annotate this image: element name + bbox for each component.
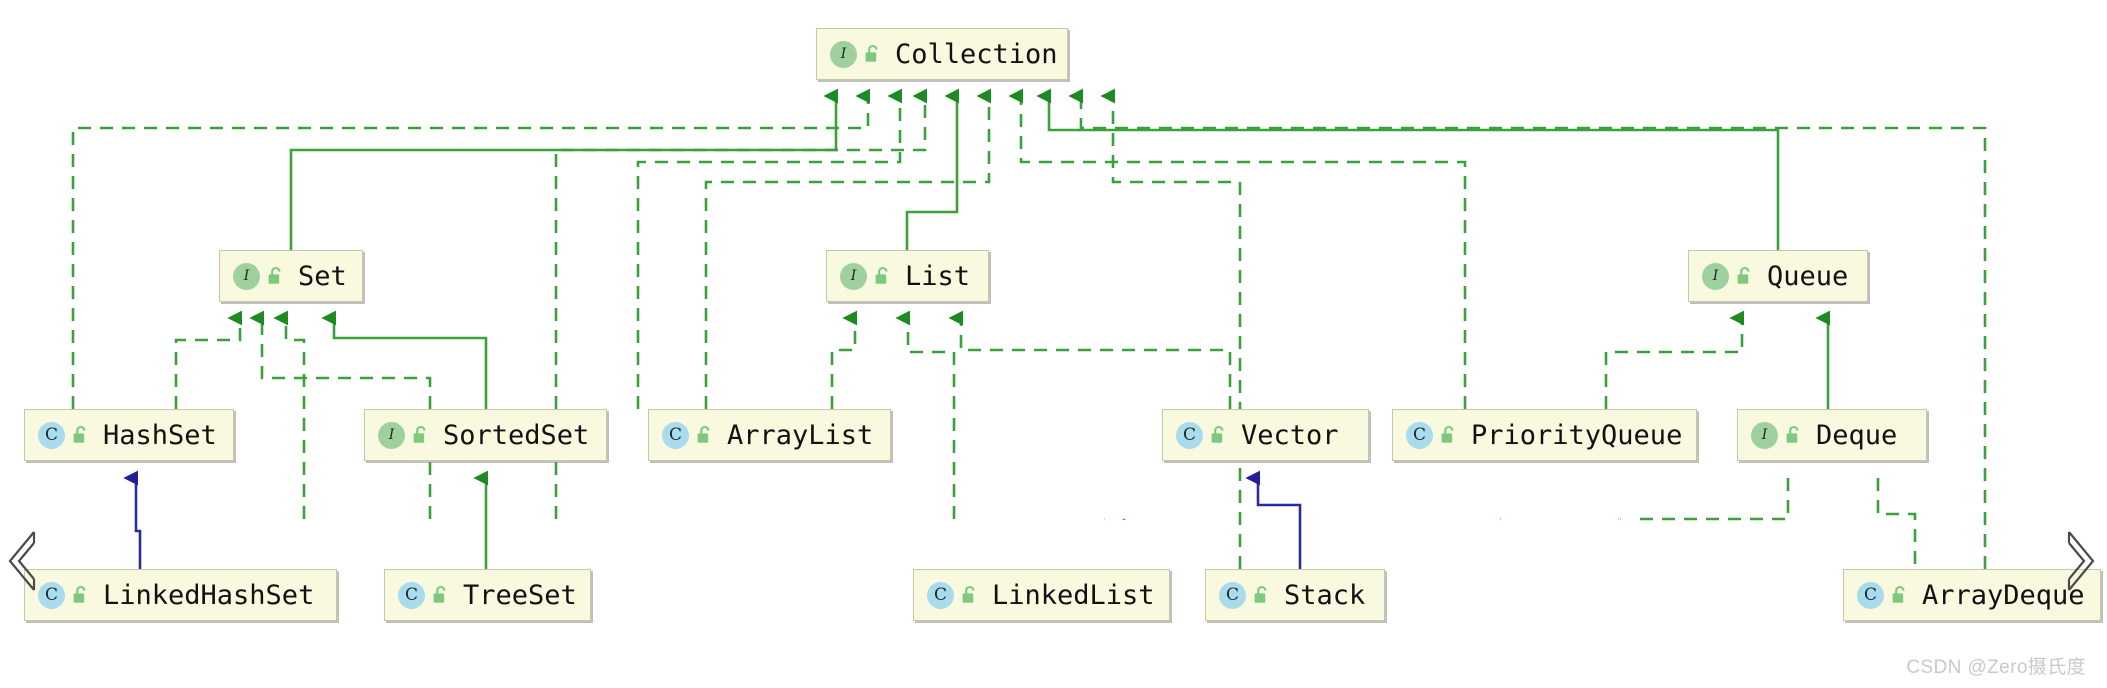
unlocked-padlock-icon: [865, 44, 878, 62]
class-badge-icon: C: [1406, 421, 1433, 449]
unlocked-padlock-icon: [1441, 425, 1454, 443]
node-label: Deque: [1816, 419, 1898, 451]
interface-badge-icon: I: [1702, 262, 1729, 290]
node-label: ArrayDeque: [1922, 579, 2085, 611]
uml-class-diagram: I Collection I Set I List I Queue C Hash…: [0, 0, 2107, 688]
class-badge-icon: C: [662, 421, 689, 449]
interface-badge-icon: I: [378, 421, 405, 449]
chevron-right-icon[interactable]: [2065, 528, 2099, 594]
class-badge-icon: C: [927, 581, 954, 609]
extends-edges: [123, 470, 1302, 569]
unlocked-padlock-icon: [73, 425, 86, 443]
unlocked-padlock-icon: [1786, 425, 1799, 443]
implements-edges: [71, 88, 1987, 569]
node-deque[interactable]: I Deque: [1737, 409, 1927, 461]
node-label: TreeSet: [463, 579, 577, 611]
node-label: Vector: [1241, 419, 1339, 451]
unlocked-padlock-icon: [413, 425, 426, 443]
class-badge-icon: C: [1857, 581, 1884, 609]
node-label: SortedSet: [443, 419, 590, 451]
node-collection[interactable]: I Collection: [816, 28, 1068, 80]
node-label: List: [905, 260, 971, 292]
node-arraydeque[interactable]: C ArrayDeque: [1843, 569, 2101, 621]
node-hashset[interactable]: C HashSet: [24, 409, 234, 461]
node-linkedhashset[interactable]: C LinkedHashSet: [24, 569, 337, 621]
node-label: Stack: [1284, 579, 1366, 611]
class-badge-icon: C: [398, 581, 425, 609]
unlocked-padlock-icon: [268, 266, 281, 284]
node-label: LinkedHashSet: [103, 579, 315, 611]
interface-badge-icon: I: [830, 40, 857, 68]
node-priorityqueue[interactable]: C PriorityQueue: [1392, 409, 1697, 461]
unlocked-padlock-icon: [1254, 585, 1267, 603]
node-label: PriorityQueue: [1471, 419, 1683, 451]
node-set[interactable]: I Set: [219, 250, 363, 302]
node-label: Collection: [895, 38, 1058, 70]
class-badge-icon: C: [1176, 421, 1203, 449]
class-badge-icon: C: [38, 421, 65, 449]
unlocked-padlock-icon: [1892, 585, 1905, 603]
unlocked-padlock-icon: [1737, 266, 1750, 284]
node-arraylist[interactable]: C ArrayList: [648, 409, 891, 461]
node-queue[interactable]: I Queue: [1688, 250, 1868, 302]
interface-badge-icon: I: [1751, 421, 1778, 449]
node-list[interactable]: I List: [826, 250, 989, 302]
node-label: Set: [298, 260, 347, 292]
unlocked-padlock-icon: [697, 425, 710, 443]
node-sortedset[interactable]: I SortedSet: [364, 409, 607, 461]
watermark: CSDN @Zero摄氏度: [1906, 657, 2086, 678]
node-treeset[interactable]: C TreeSet: [384, 569, 591, 621]
interface-badge-icon: I: [840, 262, 867, 290]
class-badge-icon: C: [1219, 581, 1246, 609]
unlocked-padlock-icon: [1211, 425, 1224, 443]
interface-badge-icon: I: [233, 262, 260, 290]
node-vector[interactable]: C Vector: [1162, 409, 1369, 461]
class-badge-icon: C: [38, 581, 65, 609]
unlocked-padlock-icon: [73, 585, 86, 603]
chevron-left-icon[interactable]: [4, 528, 38, 594]
node-label: LinkedList: [992, 579, 1155, 611]
unlocked-padlock-icon: [875, 266, 888, 284]
unlocked-padlock-icon: [433, 585, 446, 603]
unlocked-padlock-icon: [962, 585, 975, 603]
node-label: HashSet: [103, 419, 217, 451]
node-label: ArrayList: [727, 419, 874, 451]
node-stack[interactable]: C Stack: [1205, 569, 1385, 621]
node-label: Queue: [1767, 260, 1849, 292]
node-linkedlist[interactable]: C LinkedList: [913, 569, 1170, 621]
